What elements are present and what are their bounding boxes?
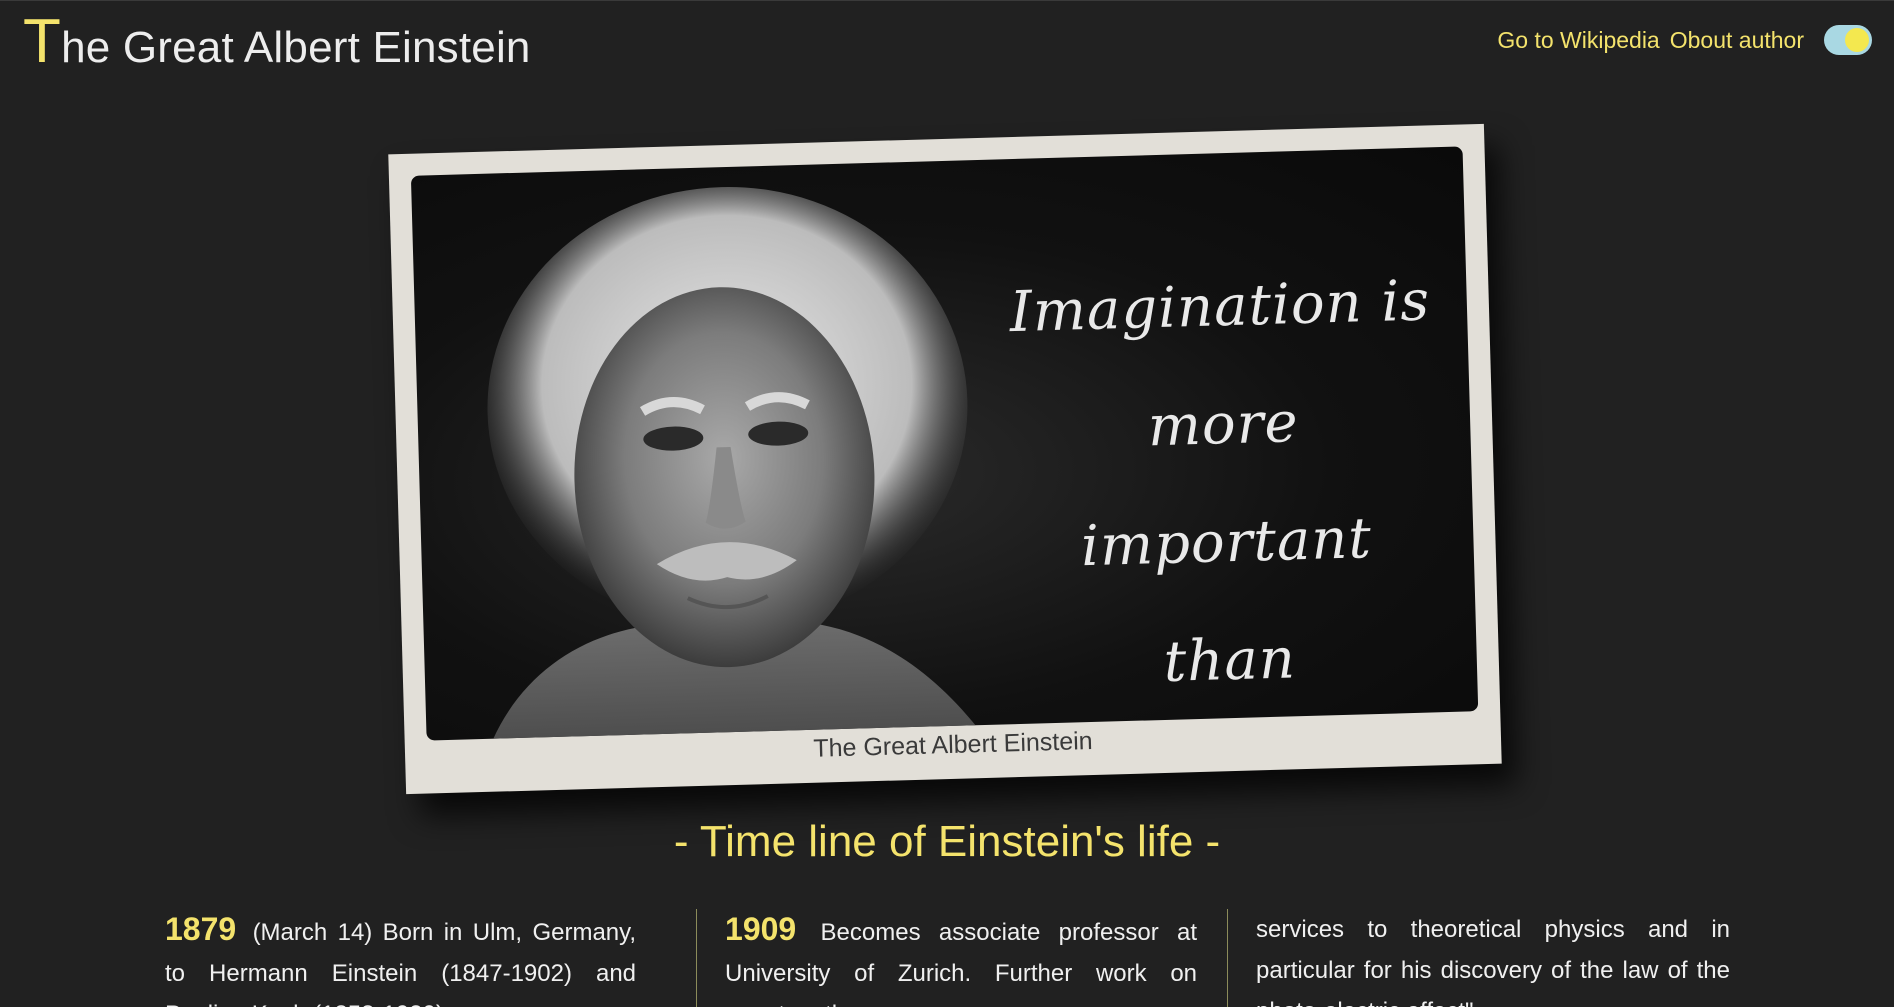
timeline-columns: 1879 (March 14) Born in Ulm, Germany, to… <box>165 909 1730 1007</box>
quote-text: Imagination is more important than knowl… <box>998 242 1454 740</box>
timeline-year: 1909 <box>725 911 797 947</box>
title-rest: he Great Albert Einstein <box>61 23 531 72</box>
timeline-entry: services to theoretical physics and in p… <box>1227 909 1730 1007</box>
einstein-photo: Imagination is more important than knowl… <box>410 146 1479 741</box>
einstein-portrait-image <box>487 187 987 741</box>
site-title: The Great Albert Einstein <box>23 11 531 73</box>
top-nav: Go to Wikipedia Obout author <box>1497 25 1872 55</box>
quote-line-1: Imagination is <box>1008 268 1431 346</box>
about-author-link[interactable]: Obout author <box>1670 27 1804 54</box>
timeline-text: services to theoretical physics and in p… <box>1256 916 1730 1007</box>
timeline-entry: 1909 Becomes associate professor at Univ… <box>696 909 1227 1007</box>
title-first-letter: T <box>23 7 62 76</box>
timeline-year: 1879 <box>165 911 237 947</box>
wikipedia-link[interactable]: Go to Wikipedia <box>1497 27 1659 54</box>
timeline-title: - Time line of Einstein's life - <box>673 817 1221 866</box>
quote-line-2: more important <box>1080 390 1373 580</box>
hero-photo-frame: Imagination is more important than knowl… <box>388 123 1502 795</box>
theme-toggle[interactable] <box>1824 25 1872 55</box>
timeline-entry: 1879 (March 14) Born in Ulm, Germany, to… <box>165 909 636 1007</box>
toggle-knob <box>1845 28 1869 52</box>
site-header: The Great Albert Einstein Go to Wikipedi… <box>0 1 1894 87</box>
